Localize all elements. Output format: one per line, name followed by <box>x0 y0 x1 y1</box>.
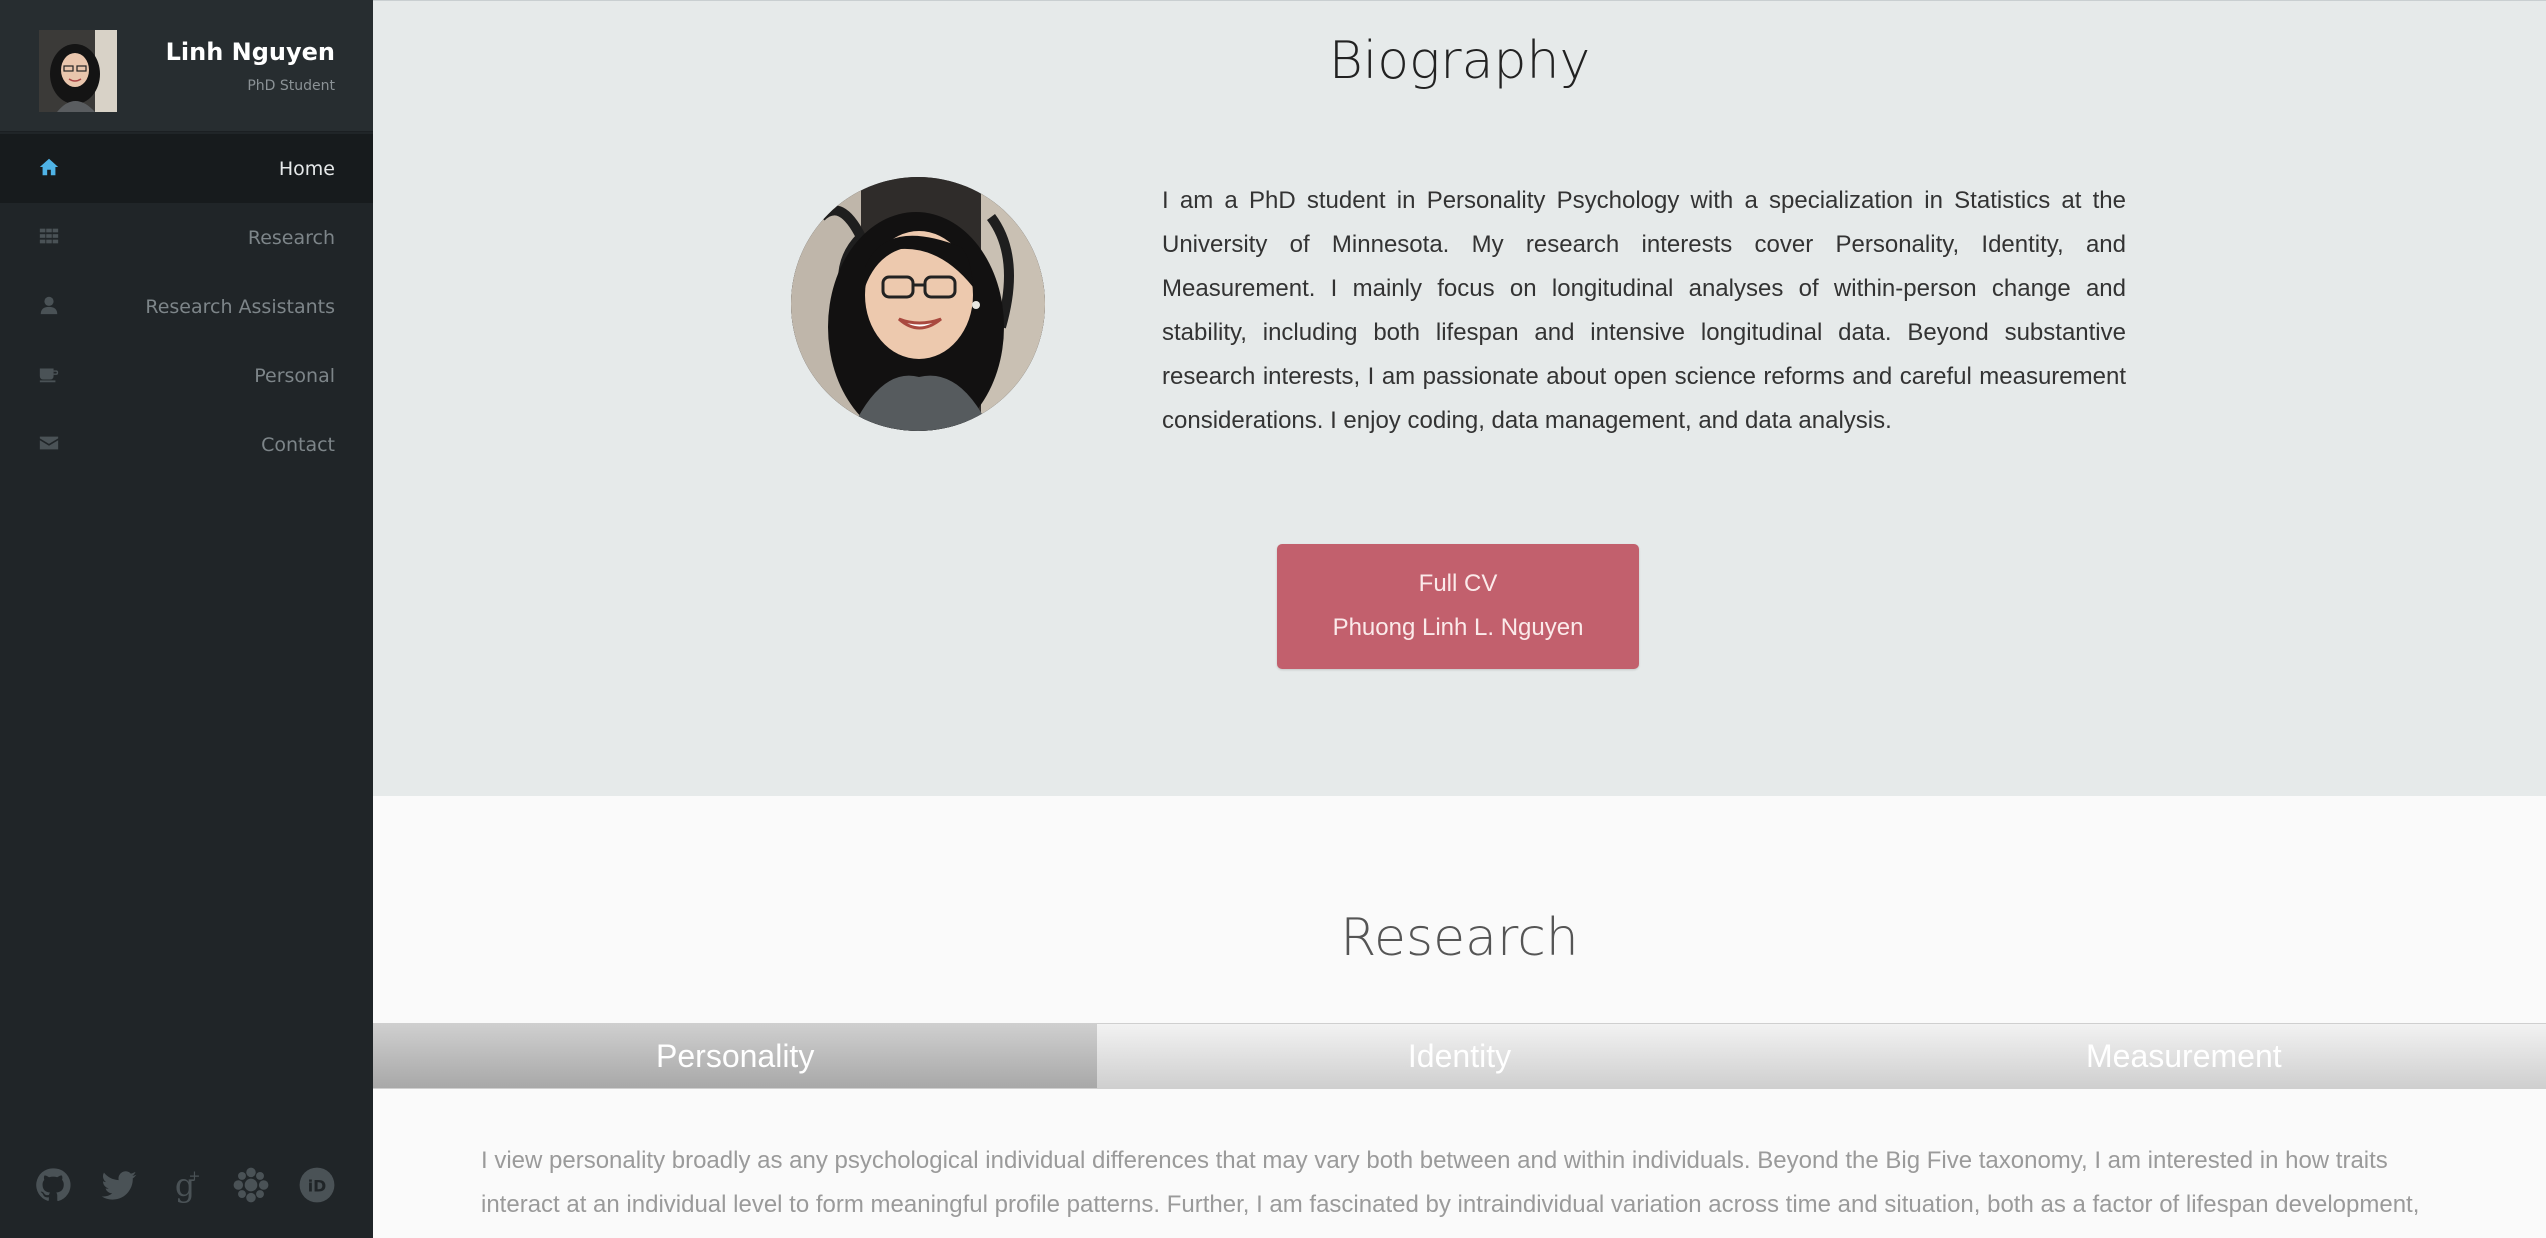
profile-photo <box>791 177 1045 431</box>
sidebar-item-label: Home <box>278 157 335 180</box>
user-icon <box>38 294 60 316</box>
sidebar-item-contact[interactable]: Contact <box>0 410 373 479</box>
sidebar-item-research-assistants[interactable]: Research Assistants <box>0 272 373 341</box>
github-icon[interactable] <box>34 1166 72 1204</box>
social-links: g + iD <box>34 1166 336 1204</box>
envelope-icon <box>38 432 60 454</box>
sidebar-item-personal[interactable]: Personal <box>0 341 373 410</box>
sidebar-item-label: Research Assistants <box>145 295 335 318</box>
svg-text:+: + <box>189 1168 201 1184</box>
osf-icon[interactable] <box>232 1166 270 1204</box>
biography-text: I am a PhD student in Personality Psycho… <box>1162 187 2126 434</box>
google-scholar-icon[interactable]: g + <box>166 1166 204 1204</box>
biography-section: Biography I am a PhD student in Personal… <box>373 0 2546 796</box>
cv-button-line1: Full CV <box>1418 570 1498 597</box>
research-title: Research <box>1340 908 1579 968</box>
sidebar-item-research[interactable]: Research <box>0 203 373 272</box>
cv-button-line2: Phuong Linh L. Nguyen <box>1332 614 1584 641</box>
orcid-icon[interactable]: iD <box>298 1166 336 1204</box>
research-text: I view personality broadly as any psycho… <box>481 1147 2420 1238</box>
sidebar-nav: Home Research Research Assistants Person… <box>0 134 373 479</box>
full-cv-button[interactable]: Full CV Phuong Linh L. Nguyen <box>1277 544 1639 669</box>
tab-identity[interactable]: Identity <box>1097 1024 1822 1088</box>
biography-title: Biography <box>1328 31 1591 91</box>
avatar[interactable] <box>39 30 117 112</box>
research-tabs: Personality Identity Measurement <box>373 1023 2546 1089</box>
profile-name: Linh Nguyen <box>165 38 335 66</box>
sidebar: Linh Nguyen PhD Student Home Research Re… <box>0 0 373 1238</box>
main-content: Biography I am a PhD student in Personal… <box>373 0 2546 1238</box>
tab-personality[interactable]: Personality <box>373 1024 1098 1088</box>
twitter-icon[interactable] <box>100 1166 138 1204</box>
coffee-icon <box>38 363 60 385</box>
tab-measurement[interactable]: Measurement <box>1821 1024 2546 1088</box>
svg-text:iD: iD <box>308 1176 327 1195</box>
sidebar-item-label: Research <box>247 226 335 249</box>
profile-role: PhD Student <box>247 78 335 94</box>
home-icon <box>38 156 60 178</box>
sidebar-item-label: Personal <box>254 364 335 387</box>
profile-header: Linh Nguyen PhD Student <box>0 0 373 132</box>
research-section: Research Personality Identity Measuremen… <box>373 796 2546 1238</box>
sidebar-item-label: Contact <box>261 433 335 456</box>
grid-icon <box>38 225 60 247</box>
sidebar-item-home[interactable]: Home <box>0 134 373 203</box>
